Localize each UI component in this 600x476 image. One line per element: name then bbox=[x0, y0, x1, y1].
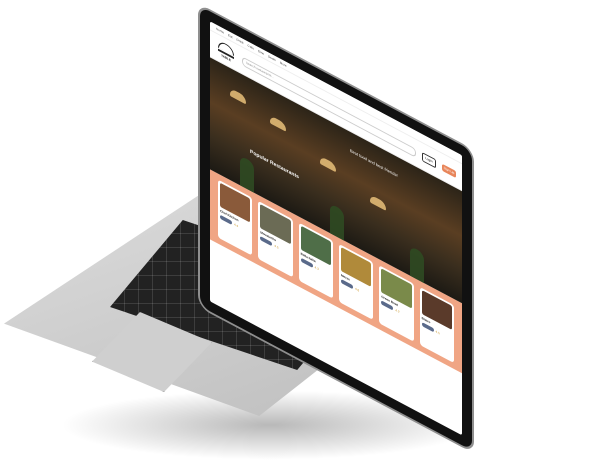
lamp-shape bbox=[370, 194, 386, 211]
rating: 4.6 bbox=[354, 286, 360, 293]
lamp-shape bbox=[320, 155, 336, 173]
rating: 4.2 bbox=[395, 307, 400, 315]
restaurant-card[interactable]: Moustache 4.5 bbox=[258, 201, 293, 278]
restaurant-card[interactable]: Mezze 4.6 bbox=[338, 243, 374, 321]
hero-text: Best food and best friends! bbox=[350, 147, 398, 179]
restaurant-card[interactable]: Bistro 4.5 bbox=[419, 286, 454, 364]
rating: 4.3 bbox=[314, 264, 319, 272]
signup-button[interactable]: Sign Up bbox=[442, 163, 456, 178]
rating: 4.4 bbox=[234, 222, 239, 229]
rating: 4.5 bbox=[435, 329, 440, 336]
nav-item-more[interactable]: More bbox=[280, 60, 287, 68]
restaurant-card[interactable]: Chef Kitchen 4.4 bbox=[218, 179, 253, 256]
laptop-mockup: Home Eat Drink Cafe Dine Deals More TABL… bbox=[0, 0, 600, 476]
restaurant-card[interactable]: Bella Italia 4.3 bbox=[298, 222, 333, 299]
rating: 4.5 bbox=[274, 243, 279, 250]
lamp-shape bbox=[270, 115, 286, 132]
screen: Home Eat Drink Cafe Dine Deals More TABL… bbox=[200, 6, 500, 451]
section-title: Popular Restaurants bbox=[250, 148, 299, 181]
login-button[interactable]: Login bbox=[422, 151, 436, 168]
nav-item-eat[interactable]: Eat bbox=[228, 33, 233, 39]
restaurant-card[interactable]: Green Bowl 4.2 bbox=[379, 265, 414, 342]
nav-item-dine[interactable]: Dine bbox=[258, 49, 264, 56]
lamp-shape bbox=[230, 87, 246, 105]
nav-item-cafe[interactable]: Cafe bbox=[248, 43, 254, 50]
